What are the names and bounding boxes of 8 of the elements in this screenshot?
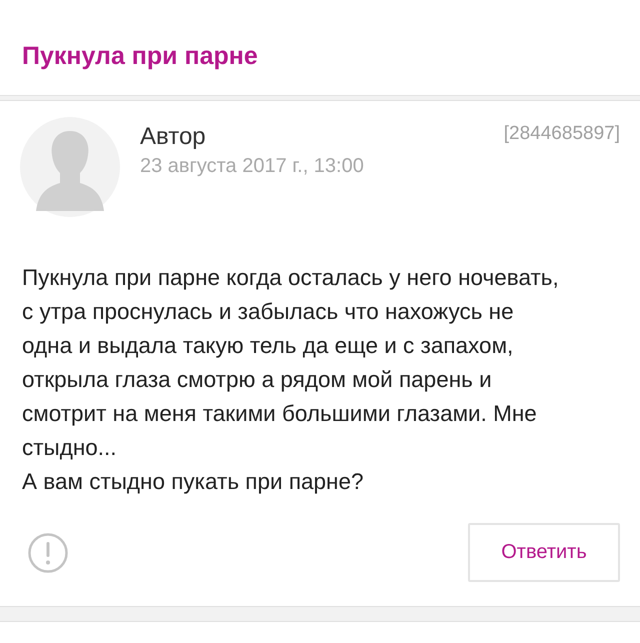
avatar-icon <box>20 117 120 217</box>
topic-title: Пукнула при парне <box>22 42 259 71</box>
author-name: Автор <box>140 123 207 151</box>
post-date: 23 августа 2017 г., 13:00 <box>140 155 365 178</box>
reply-button[interactable]: Ответить <box>468 523 620 582</box>
post-text: Пукнула при парне когда осталась у него ночевать, с утра проснулась и забылась что нахожусь не одна и выдала такую тель да еще и с запахом, открыла глаза смотрю а рядом мой парень и смотрит на меня такими большими глазами. Мне стыдно... А вам стыдно пукать при парне? <box>22 264 560 496</box>
post-id: [2844685897] <box>504 122 620 145</box>
report-icon[interactable] <box>28 532 68 572</box>
